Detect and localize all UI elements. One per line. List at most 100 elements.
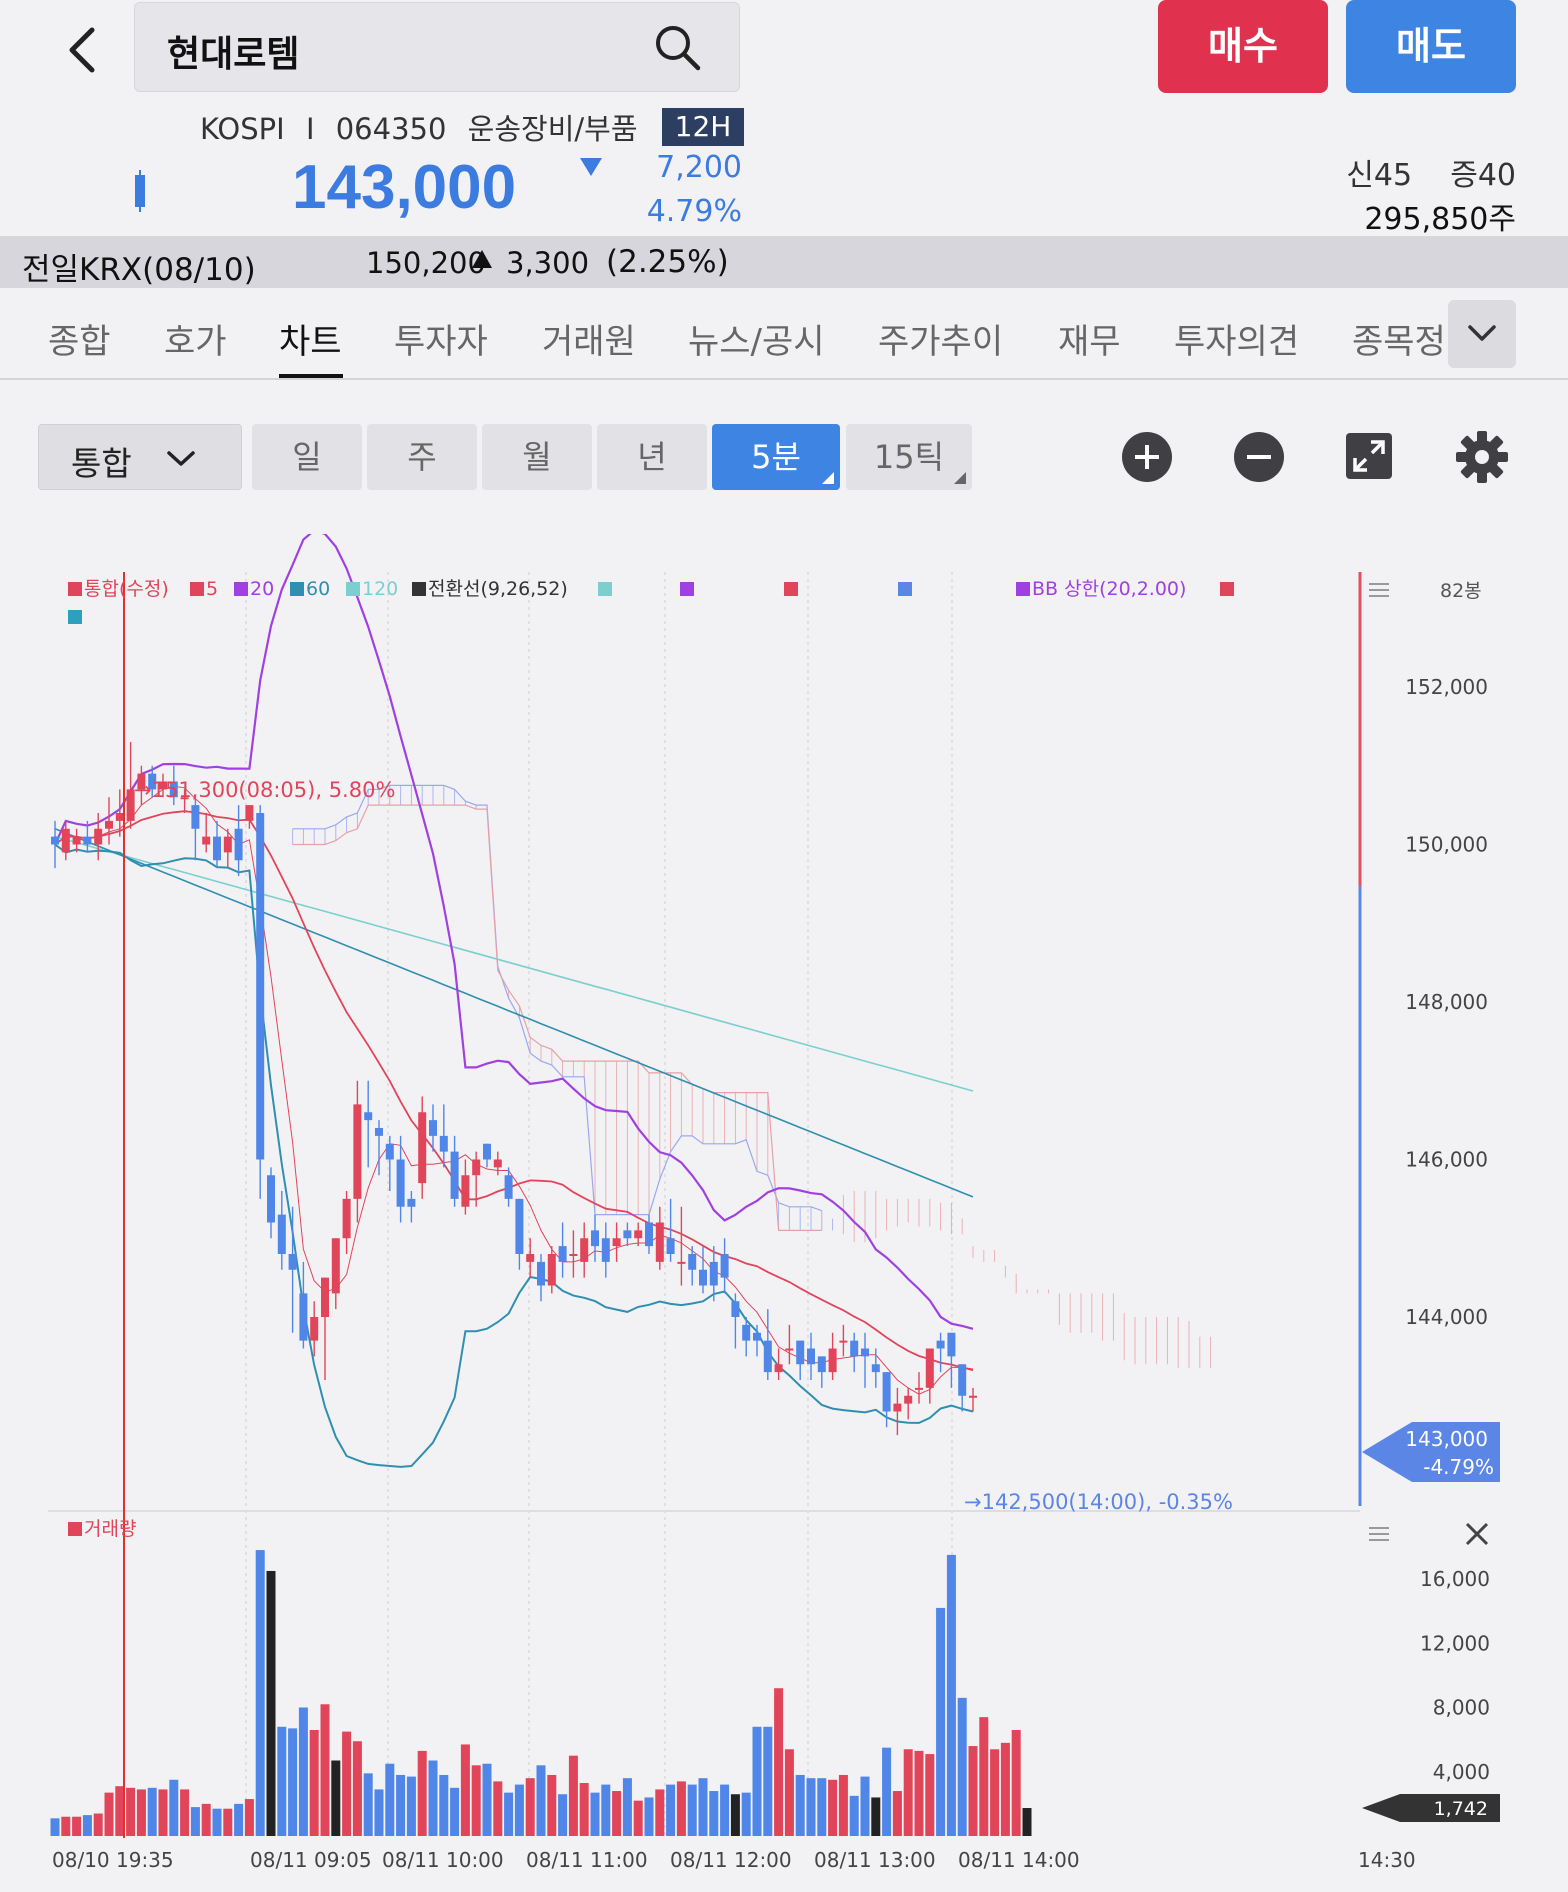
- legend-ma60-swatch: [290, 582, 304, 596]
- volume-bar: [460, 1744, 470, 1836]
- tab-investor[interactable]: 투자자: [394, 314, 488, 363]
- period-day-button[interactable]: 일: [252, 424, 362, 490]
- volume-bar: [147, 1787, 157, 1836]
- session-tag[interactable]: 12H: [662, 108, 744, 146]
- period-month-button[interactable]: 월: [482, 424, 592, 490]
- volume-bar: [244, 1799, 254, 1836]
- candle-body: [321, 1277, 329, 1317]
- candle-body: [947, 1332, 956, 1357]
- volume-bar: [730, 1794, 740, 1836]
- search-input[interactable]: 현대로템: [167, 25, 299, 77]
- stock-chart[interactable]: 통합(수정) 5 20 60 120 전환선(9,26,52) BB 상한(20…: [0, 529, 1568, 1888]
- close-icon[interactable]: [1465, 1522, 1489, 1546]
- candle-body: [385, 1143, 394, 1160]
- legend-swatch: [598, 582, 612, 596]
- period-week-button[interactable]: 주: [367, 424, 477, 490]
- sell-button[interactable]: 매도: [1346, 0, 1516, 93]
- legend-ma5-swatch: [190, 582, 204, 596]
- menu-icon[interactable]: [1369, 583, 1389, 597]
- tab-chart[interactable]: 차트: [279, 314, 342, 363]
- volume-bar: [676, 1781, 686, 1836]
- volume-bar: [698, 1778, 708, 1836]
- period-year-button[interactable]: 년: [597, 424, 707, 490]
- period-5min-button[interactable]: 5분: [712, 424, 840, 490]
- tab-opinion[interactable]: 투자의견: [1174, 314, 1299, 363]
- tab-financials[interactable]: 재무: [1058, 314, 1121, 363]
- prev-day-label: 전일KRX(08/10): [22, 252, 256, 288]
- candle-body: [202, 836, 211, 845]
- candle-body: [364, 1112, 373, 1121]
- tab-stock-info[interactable]: 종목정: [1352, 314, 1448, 363]
- candle-body: [796, 1340, 805, 1365]
- volume-bar: [298, 1707, 308, 1836]
- period-15tick-button[interactable]: 15틱: [846, 424, 972, 490]
- candle-body: [882, 1372, 891, 1412]
- candle-body: [677, 1261, 686, 1264]
- chevron-down-icon: [1468, 325, 1496, 341]
- current-volume-label: 1,742: [1434, 1798, 1488, 1820]
- volume-bar: [406, 1776, 416, 1836]
- cloud-span-b: [292, 804, 822, 1232]
- price-tick-label: 150,000: [1405, 833, 1488, 857]
- volume-bar: [655, 1789, 665, 1836]
- tab-news[interactable]: 뉴스/공시: [688, 314, 825, 363]
- back-arrow-icon[interactable]: [62, 22, 102, 78]
- candle-body: [871, 1364, 880, 1373]
- candle-body: [223, 836, 232, 853]
- candle-body: [245, 805, 254, 821]
- candle-body: [515, 1198, 524, 1254]
- volume-bar: [1000, 1742, 1010, 1836]
- candle-body: [720, 1254, 729, 1278]
- candle-body: [115, 813, 124, 821]
- chart-area[interactable]: 통합(수정) 5 20 60 120 전환선(9,26,52) BB 상한(20…: [0, 529, 1568, 1888]
- menu-icon[interactable]: [1369, 1527, 1389, 1541]
- legend-volume-swatch: [68, 1522, 82, 1536]
- volume-bar: [136, 1789, 146, 1836]
- volume-shares: 295,850주: [1364, 202, 1516, 237]
- sector-name: 운송장비/부품: [467, 112, 638, 146]
- candle-body: [699, 1269, 707, 1286]
- ma60-line: [54, 828, 974, 1198]
- tab-quote[interactable]: 호가: [164, 314, 227, 363]
- volume-bar: [849, 1795, 859, 1836]
- candle-body: [191, 805, 200, 829]
- candle-body: [580, 1238, 589, 1262]
- volume-bar: [320, 1704, 330, 1836]
- volume-bar: [374, 1789, 384, 1836]
- chart-type-select[interactable]: 통합: [38, 424, 242, 490]
- candle-body: [763, 1340, 772, 1373]
- tab-summary[interactable]: 종합: [48, 314, 111, 363]
- ma120-line: [54, 835, 974, 1092]
- time-axis-label: 08/11 11:00: [526, 1848, 648, 1872]
- gear-icon[interactable]: [1455, 430, 1509, 484]
- volume-bar: [255, 1550, 265, 1836]
- stock-search-box[interactable]: 현대로템: [134, 2, 740, 92]
- candle-body: [666, 1238, 675, 1254]
- volume-bar: [590, 1792, 600, 1836]
- candle-body: [634, 1230, 643, 1239]
- volume-bar: [385, 1763, 395, 1836]
- volume-bar: [266, 1570, 276, 1836]
- price-tick-label: 152,000: [1405, 675, 1488, 699]
- volume-bar: [946, 1554, 956, 1836]
- candle-body: [288, 1254, 297, 1270]
- search-icon[interactable]: [653, 23, 703, 73]
- candle-body: [83, 836, 92, 845]
- tab-broker[interactable]: 거래원: [542, 314, 636, 363]
- more-tabs-button[interactable]: [1448, 300, 1516, 368]
- candle-body: [688, 1254, 697, 1270]
- buy-button[interactable]: 매수: [1158, 0, 1328, 93]
- corner-marker: [954, 472, 966, 484]
- volume-bar: [838, 1774, 848, 1836]
- tab-price-trend[interactable]: 주가추이: [878, 314, 1003, 363]
- candle-body: [742, 1324, 751, 1341]
- prev-day-change: 3,300: [506, 246, 590, 280]
- volume-bar: [309, 1729, 319, 1836]
- zoom-out-icon[interactable]: [1233, 431, 1285, 483]
- volume-bar: [201, 1803, 211, 1836]
- candle-body: [375, 1128, 383, 1136]
- candle-body: [904, 1395, 913, 1404]
- bar-count: 82봉: [1440, 580, 1482, 602]
- fullscreen-icon[interactable]: [1345, 432, 1393, 480]
- zoom-in-icon[interactable]: [1121, 431, 1173, 483]
